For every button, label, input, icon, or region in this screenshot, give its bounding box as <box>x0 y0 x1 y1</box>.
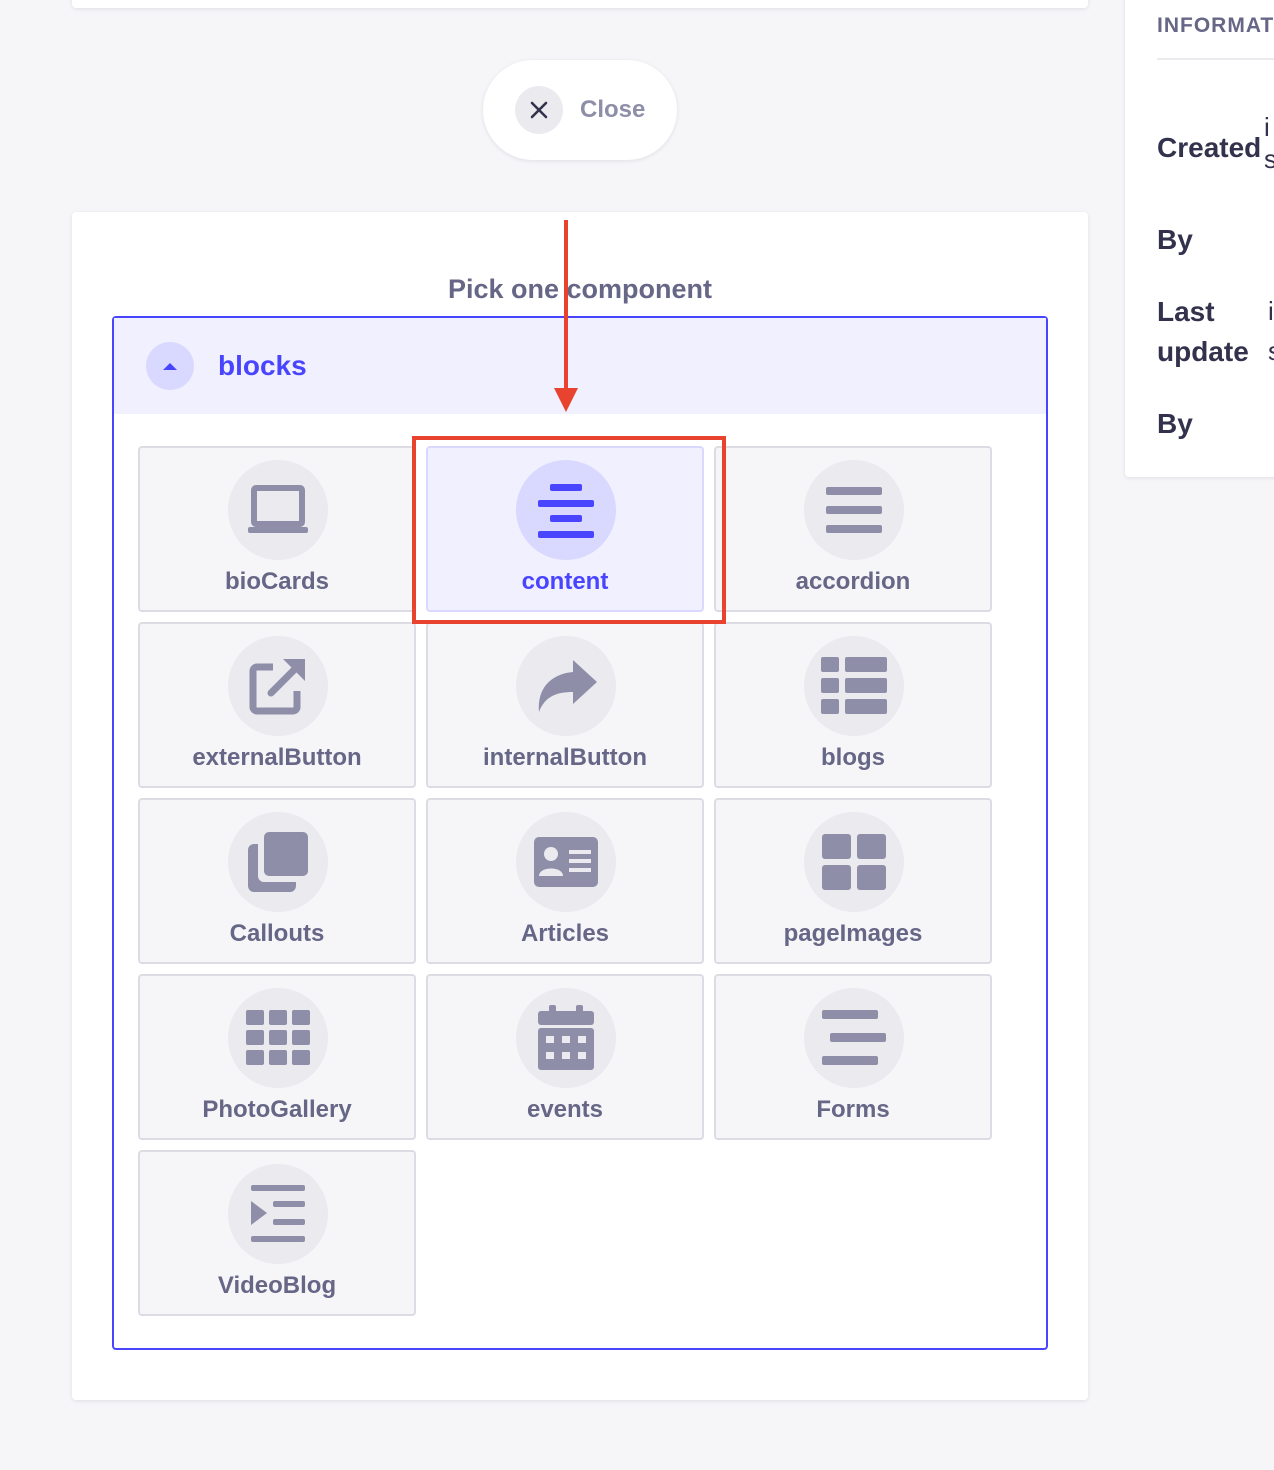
component-label: pageImages <box>783 920 923 947</box>
component-label: VideoBlog <box>217 1272 337 1299</box>
component-label: externalButton <box>192 744 362 771</box>
category-blocks: blocks bioCards content accordion extern… <box>112 316 1048 1350</box>
created-by-label: By <box>1157 224 1193 255</box>
component-label: Articles <box>520 920 610 947</box>
indent-icon <box>228 1164 328 1264</box>
laptop-icon <box>228 460 328 560</box>
component-label: content <box>521 568 609 595</box>
component-picker: Pick one component blocks bioCards conte… <box>72 212 1088 1400</box>
component-articles[interactable]: Articles <box>426 798 704 964</box>
last-update-label: Last update <box>1157 296 1249 367</box>
component-pageimages[interactable]: pageImages <box>714 798 992 964</box>
component-label: PhotoGallery <box>202 1096 352 1123</box>
created-label: Created <box>1157 132 1262 163</box>
component-label: accordion <box>795 568 911 595</box>
th-large-icon <box>804 812 904 912</box>
category-header[interactable]: blocks <box>114 318 1046 414</box>
info-panel-title: INFORMAT <box>1157 14 1274 37</box>
component-internalbutton[interactable]: internalButton <box>426 622 704 788</box>
external-link-icon <box>228 636 328 736</box>
calendar-icon <box>516 988 616 1088</box>
picker-title: Pick one component <box>447 274 713 304</box>
component-label: Callouts <box>229 920 325 947</box>
close-button[interactable]: Close <box>483 60 677 160</box>
id-card-icon <box>516 812 616 912</box>
update-value-fragment: i <box>1268 296 1274 326</box>
component-biocards[interactable]: bioCards <box>138 446 416 612</box>
component-blogs[interactable]: blogs <box>714 622 992 788</box>
category-label: blocks <box>218 350 307 381</box>
component-label: bioCards <box>224 568 329 595</box>
align-left-icon <box>804 988 904 1088</box>
component-photogallery[interactable]: PhotoGallery <box>138 974 416 1140</box>
divider <box>1157 58 1274 60</box>
component-callouts[interactable]: Callouts <box>138 798 416 964</box>
component-label: internalButton <box>483 744 647 771</box>
close-icon <box>515 86 563 134</box>
component-externalbutton[interactable]: externalButton <box>138 622 416 788</box>
component-accordion[interactable]: accordion <box>714 446 992 612</box>
bars-icon <box>804 460 904 560</box>
list-icon <box>804 636 904 736</box>
share-arrow-icon <box>516 636 616 736</box>
component-content[interactable]: content <box>426 446 704 612</box>
component-label: events <box>526 1096 604 1123</box>
previous-card <box>72 0 1088 8</box>
created-value-fragment: s <box>1264 144 1274 174</box>
chevron-up-icon <box>146 342 194 390</box>
update-value-fragment: s <box>1268 336 1274 366</box>
updated-by-label: By <box>1157 408 1193 439</box>
information-panel: INFORMAT Created i s By Last update i s … <box>1125 0 1274 477</box>
component-forms[interactable]: Forms <box>714 974 992 1140</box>
close-button-label: Close <box>580 96 646 123</box>
component-videoblog[interactable]: VideoBlog <box>138 1150 416 1316</box>
created-value-fragment: i <box>1264 112 1270 142</box>
component-label: Forms <box>816 1096 890 1123</box>
component-label: blogs <box>821 744 885 771</box>
th-icon <box>228 988 328 1088</box>
align-center-icon <box>516 460 616 560</box>
component-events[interactable]: events <box>426 974 704 1140</box>
component-grid: bioCards content accordion externalButto… <box>138 446 992 1316</box>
copy-icon <box>228 812 328 912</box>
